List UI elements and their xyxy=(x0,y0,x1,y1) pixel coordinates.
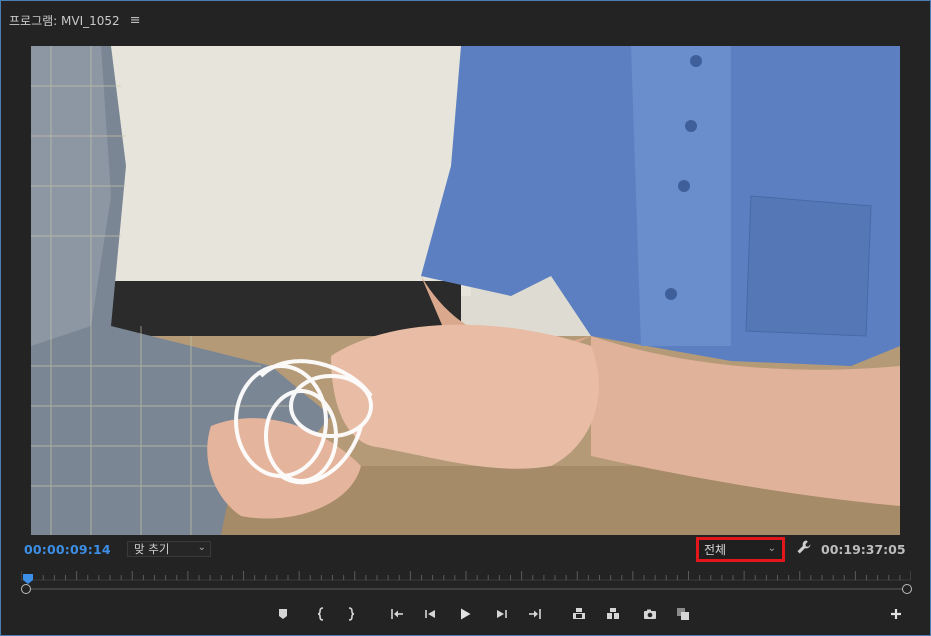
chevron-down-icon: ⌄ xyxy=(767,543,776,554)
extract-icon[interactable] xyxy=(604,605,622,623)
hamburger-menu-icon[interactable]: ≡ xyxy=(130,13,141,28)
chevron-down-icon: ⌄ xyxy=(197,542,206,553)
video-frame-image xyxy=(31,46,900,535)
go-to-out-icon[interactable] xyxy=(526,605,544,623)
go-to-in-icon[interactable] xyxy=(388,605,406,623)
play-icon[interactable] xyxy=(456,605,474,623)
zoom-scroll-bar[interactable] xyxy=(21,584,912,594)
add-button-icon[interactable] xyxy=(887,605,905,623)
export-frame-icon[interactable] xyxy=(641,605,659,623)
zoom-level-value: 맞 추기 xyxy=(134,542,170,556)
wrench-icon[interactable] xyxy=(796,539,812,555)
video-preview[interactable] xyxy=(31,46,900,535)
panel-header: 프로그램: MVI_1052 ≡ xyxy=(9,9,141,31)
playhead-marker[interactable] xyxy=(23,569,34,584)
transport-controls xyxy=(1,605,931,623)
duration-timecode: 00:19:37:05 xyxy=(821,542,906,557)
zoom-level-select[interactable]: 맞 추기 ⌄ xyxy=(127,541,211,557)
panel-title[interactable]: 프로그램: MVI_1052 xyxy=(9,12,120,29)
lift-icon[interactable] xyxy=(570,605,588,623)
add-marker-icon[interactable] xyxy=(274,605,292,623)
ruler-ticks xyxy=(21,571,911,581)
playback-resolution-select[interactable]: 전체 ⌄ xyxy=(696,537,785,562)
comparison-view-icon[interactable] xyxy=(674,605,692,623)
current-timecode[interactable]: 00:00:09:14 xyxy=(24,542,111,557)
scroll-end-handle[interactable] xyxy=(902,584,912,594)
playback-resolution-value: 전체 xyxy=(704,543,727,557)
mark-in-icon[interactable] xyxy=(312,605,330,623)
mark-out-icon[interactable] xyxy=(342,605,360,623)
step-forward-icon[interactable] xyxy=(492,605,510,623)
step-back-icon[interactable] xyxy=(422,605,440,623)
scroll-track-line xyxy=(27,588,906,590)
scroll-start-handle[interactable] xyxy=(21,584,31,594)
time-ruler[interactable] xyxy=(21,567,911,581)
program-monitor-panel: 프로그램: MVI_1052 ≡ 00:00:09:14 맞 추기 ⌄ 전체 ⌄… xyxy=(0,0,931,636)
